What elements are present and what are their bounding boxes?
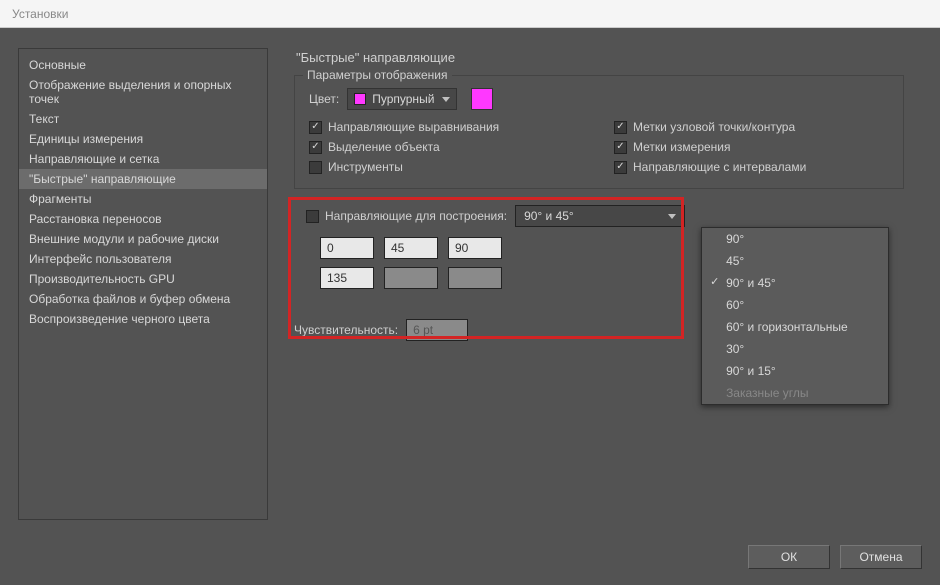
dropdown-item-90-15[interactable]: 90° и 15° — [702, 360, 888, 382]
sidebar-item-slices[interactable]: Фрагменты — [19, 189, 267, 209]
construction-guides-label: Направляющие для построения: — [325, 209, 507, 223]
dropdown-item-custom: Заказные углы — [702, 382, 888, 404]
checkbox-icon — [309, 161, 322, 174]
chevron-down-icon — [442, 97, 450, 102]
color-select-value: Пурпурный — [372, 92, 434, 106]
angle-input-1[interactable] — [320, 237, 374, 259]
chevron-down-icon — [668, 214, 676, 219]
check-label: Инструменты — [328, 160, 403, 174]
display-params-legend: Параметры отображения — [303, 68, 452, 82]
color-swatch-icon — [354, 93, 366, 105]
ok-button[interactable]: ОК — [748, 545, 830, 569]
check-construction-guides[interactable]: Направляющие для построения: — [306, 209, 507, 223]
angle-preset-value: 90° и 45° — [524, 209, 574, 223]
sidebar-item-plugins-disks[interactable]: Внешние модули и рабочие диски — [19, 229, 267, 249]
preferences-window: Установки Основные Отображение выделения… — [0, 0, 940, 585]
display-params-fieldset: Параметры отображения Цвет: Пурпурный ✓Н… — [294, 75, 904, 189]
check-label: Выделение объекта — [328, 140, 440, 154]
content: Основные Отображение выделения и опорных… — [0, 28, 940, 585]
angle-preset-select[interactable]: 90° и 45° — [515, 205, 685, 227]
dropdown-item-60[interactable]: 60° — [702, 294, 888, 316]
check-label: Направляющие с интервалами — [633, 160, 806, 174]
sidebar-item-general[interactable]: Основные — [19, 55, 267, 75]
check-label: Метки измерения — [633, 140, 731, 154]
angle-input-6[interactable] — [448, 267, 502, 289]
dropdown-item-90[interactable]: 90° — [702, 228, 888, 250]
sidebar: Основные Отображение выделения и опорных… — [18, 48, 268, 520]
check-label: Метки узловой точки/контура — [633, 120, 795, 134]
sensitivity-label: Чувствительность: — [294, 323, 398, 337]
angle-input-4[interactable] — [320, 267, 374, 289]
check-label: Направляющие выравнивания — [328, 120, 499, 134]
dropdown-item-90-45[interactable]: 90° и 45° — [702, 272, 888, 294]
check-anchor-path-labels[interactable]: ✓ Метки узловой точки/контура — [614, 120, 889, 134]
sidebar-item-smart-guides[interactable]: "Быстрые" направляющие — [19, 169, 267, 189]
window-title: Установки — [12, 7, 68, 21]
angle-input-3[interactable] — [448, 237, 502, 259]
sidebar-item-gpu[interactable]: Производительность GPU — [19, 269, 267, 289]
checkbox-icon: ✓ — [614, 141, 627, 154]
check-object-highlighting[interactable]: ✓ Выделение объекта — [309, 140, 584, 154]
sidebar-item-hyphenation[interactable]: Расстановка переносов — [19, 209, 267, 229]
dropdown-item-45[interactable]: 45° — [702, 250, 888, 272]
checkbox-icon: ✓ — [309, 141, 322, 154]
titlebar: Установки — [0, 0, 940, 28]
sidebar-item-ui[interactable]: Интерфейс пользователя — [19, 249, 267, 269]
sidebar-item-guides-grid[interactable]: Направляющие и сетка — [19, 149, 267, 169]
angle-input-2[interactable] — [384, 237, 438, 259]
sidebar-item-black-appearance[interactable]: Воспроизведение черного цвета — [19, 309, 267, 329]
cancel-button[interactable]: Отмена — [840, 545, 922, 569]
color-select[interactable]: Пурпурный — [347, 88, 457, 110]
footer: ОК Отмена — [748, 545, 922, 569]
sensitivity-input[interactable] — [406, 319, 468, 341]
check-transform-tools[interactable]: Инструменты — [309, 160, 584, 174]
angle-preset-dropdown: 90° 45° 90° и 45° 60° 60° и горизонтальн… — [701, 227, 889, 405]
color-preview[interactable] — [471, 88, 493, 110]
checkbox-icon: ✓ — [614, 161, 627, 174]
dropdown-item-60-horiz[interactable]: 60° и горизонтальные — [702, 316, 888, 338]
checkbox-icon: ✓ — [614, 121, 627, 134]
check-measurement-labels[interactable]: ✓ Метки измерения — [614, 140, 889, 154]
main-panel: "Быстрые" направляющие Параметры отображ… — [276, 48, 922, 567]
highlight-frame: Направляющие для построения: 90° и 45° 9… — [292, 201, 906, 295]
check-spacing-guides[interactable]: ✓ Направляющие с интервалами — [614, 160, 889, 174]
dropdown-item-30[interactable]: 30° — [702, 338, 888, 360]
sidebar-item-units[interactable]: Единицы измерения — [19, 129, 267, 149]
sidebar-item-selection-anchors[interactable]: Отображение выделения и опорных точек — [19, 75, 267, 109]
color-label: Цвет: — [309, 92, 339, 106]
sidebar-item-file-handling[interactable]: Обработка файлов и буфер обмена — [19, 289, 267, 309]
check-alignment-guides[interactable]: ✓ Направляющие выравнивания — [309, 120, 584, 134]
checkbox-icon: ✓ — [309, 121, 322, 134]
angle-input-5[interactable] — [384, 267, 438, 289]
sidebar-item-type[interactable]: Текст — [19, 109, 267, 129]
checkbox-icon — [306, 210, 319, 223]
